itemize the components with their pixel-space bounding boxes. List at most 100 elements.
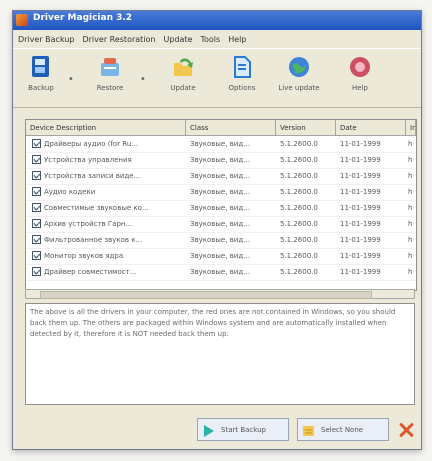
close-icon[interactable] <box>397 421 415 439</box>
device-description-cell: Устройства записи виде... <box>44 172 141 180</box>
column-device-description[interactable]: Device Description <box>26 120 186 136</box>
select-none-button[interactable]: Select None <box>297 418 389 441</box>
driver-checkbox[interactable] <box>32 187 41 196</box>
inf-cell: h <box>408 220 413 228</box>
menu-driver-restoration[interactable]: Driver Restoration <box>82 35 155 44</box>
app-window: Driver Magician 3.2 Driver Backup Driver… <box>12 10 422 450</box>
date-cell: 11-01-1999 <box>340 172 381 180</box>
class-cell: Звуковые, вид... <box>190 172 250 180</box>
select-none-label: Select None <box>321 426 364 434</box>
date-cell: 11-01-1999 <box>340 204 381 212</box>
date-cell: 11-01-1999 <box>340 220 381 228</box>
driver-checkbox[interactable] <box>32 139 41 148</box>
date-cell: 11-01-1999 <box>340 268 381 276</box>
class-cell: Звуковые, вид... <box>190 156 250 164</box>
device-description-cell: Аудио кодеки <box>44 188 96 196</box>
table-row[interactable]: Драйверы аудио (for Ru... Звуковые, вид.… <box>26 136 416 153</box>
start-backup-button[interactable]: Start Backup <box>197 418 289 441</box>
class-cell: Звуковые, вид... <box>190 220 250 228</box>
table-row[interactable]: Монитор звуков ядра Звуковые, вид... 5.1… <box>26 248 416 265</box>
version-cell: 5.1.2600.0 <box>280 188 318 196</box>
inf-cell: h <box>408 204 413 212</box>
driver-list[interactable]: Device Description Class Version Date In… <box>25 119 417 291</box>
column-inf[interactable]: In <box>406 120 416 136</box>
bottom-actions: Start Backup Select None <box>13 418 421 443</box>
table-row[interactable]: Архив устройств Гарн... Звуковые, вид...… <box>26 216 416 233</box>
class-cell: Звуковые, вид... <box>190 188 250 196</box>
inf-cell: h <box>408 236 413 244</box>
driver-checkbox[interactable] <box>32 155 41 164</box>
inf-cell: h <box>408 252 413 260</box>
date-cell: 11-01-1999 <box>340 140 381 148</box>
scrollbar-thumb[interactable] <box>40 291 372 299</box>
title-bar: Driver Magician 3.2 <box>13 11 421 30</box>
version-cell: 5.1.2600.0 <box>280 268 318 276</box>
live-update-toolbar-button[interactable]: Live update <box>275 55 323 92</box>
app-icon <box>16 14 28 26</box>
update-toolbar-button[interactable]: Update <box>159 55 207 92</box>
table-row[interactable]: Устройства записи виде... Звуковые, вид.… <box>26 168 416 185</box>
version-cell: 5.1.2600.0 <box>280 204 318 212</box>
restore-toolbar-button[interactable]: Restore <box>86 55 134 92</box>
driver-checkbox[interactable] <box>32 235 41 244</box>
driver-checkbox[interactable] <box>32 251 41 260</box>
column-date[interactable]: Date <box>336 120 406 136</box>
version-cell: 5.1.2600.0 <box>280 252 318 260</box>
driver-checkbox[interactable] <box>32 219 41 228</box>
inf-cell: h <box>408 172 413 180</box>
options-label: Options <box>228 84 256 92</box>
description-panel: The above is all the drivers in your com… <box>25 303 415 405</box>
menu-update[interactable]: Update <box>163 35 192 44</box>
live-update-label: Live update <box>278 84 320 92</box>
options-icon <box>234 56 251 78</box>
column-version[interactable]: Version <box>276 120 336 136</box>
driver-checkbox[interactable] <box>32 171 41 180</box>
menu-bar: Driver Backup Driver Restoration Update … <box>13 31 426 47</box>
horizontal-scrollbar[interactable] <box>25 289 415 299</box>
device-description-cell: Архив устройств Гарн... <box>44 220 133 228</box>
help-toolbar-button[interactable]: Help <box>336 55 384 92</box>
class-cell: Звуковые, вид... <box>190 236 250 244</box>
menu-tools[interactable]: Tools <box>200 35 220 44</box>
menu-driver-backup[interactable]: Driver Backup <box>18 35 74 44</box>
version-cell: 5.1.2600.0 <box>280 220 318 228</box>
help-label: Help <box>352 84 368 92</box>
start-backup-label: Start Backup <box>221 426 266 434</box>
driver-checkbox[interactable] <box>32 267 41 276</box>
backup-toolbar-button[interactable]: Backup <box>17 55 65 92</box>
device-description-cell: Драйвер совместимост... <box>44 268 137 276</box>
menu-help[interactable]: Help <box>228 35 246 44</box>
restore-label: Restore <box>96 84 124 92</box>
table-row[interactable]: Аудио кодеки Звуковые, вид... 5.1.2600.0… <box>26 184 416 201</box>
version-cell: 5.1.2600.0 <box>280 156 318 164</box>
play-icon <box>204 425 214 437</box>
update-label: Update <box>170 84 196 92</box>
device-description-cell: Фильтрованное звуков к... <box>44 236 143 244</box>
table-row[interactable]: Фильтрованное звуков к... Звуковые, вид.… <box>26 232 416 249</box>
table-row[interactable]: Совместимые звуковые ко... Звуковые, вид… <box>26 200 416 217</box>
device-description-cell: Монитор звуков ядра <box>44 252 124 260</box>
class-cell: Звуковые, вид... <box>190 140 250 148</box>
version-cell: 5.1.2600.0 <box>280 236 318 244</box>
backup-icon <box>32 56 49 77</box>
backup-dropdown-arrow[interactable]: • <box>68 74 74 85</box>
select-none-icon <box>303 426 314 436</box>
date-cell: 11-01-1999 <box>340 252 381 260</box>
column-class[interactable]: Class <box>186 120 276 136</box>
window-title: Driver Magician 3.2 <box>33 13 133 23</box>
driver-checkbox[interactable] <box>32 203 41 212</box>
device-description-cell: Совместимые звуковые ко... <box>44 204 149 212</box>
options-toolbar-button[interactable]: Options <box>218 55 266 92</box>
date-cell: 11-01-1999 <box>340 156 381 164</box>
update-icon <box>174 58 193 76</box>
inf-cell: h <box>408 268 413 276</box>
date-cell: 11-01-1999 <box>340 188 381 196</box>
table-row[interactable]: Устройства управления Звуковые, вид... 5… <box>26 152 416 169</box>
restore-icon <box>101 58 119 76</box>
class-cell: Звуковые, вид... <box>190 268 250 276</box>
inf-cell: h <box>408 188 413 196</box>
restore-dropdown-arrow[interactable]: • <box>140 74 146 85</box>
table-row[interactable]: Драйвер совместимост... Звуковые, вид...… <box>26 264 416 281</box>
live-update-icon <box>289 57 309 77</box>
class-cell: Звуковые, вид... <box>190 252 250 260</box>
